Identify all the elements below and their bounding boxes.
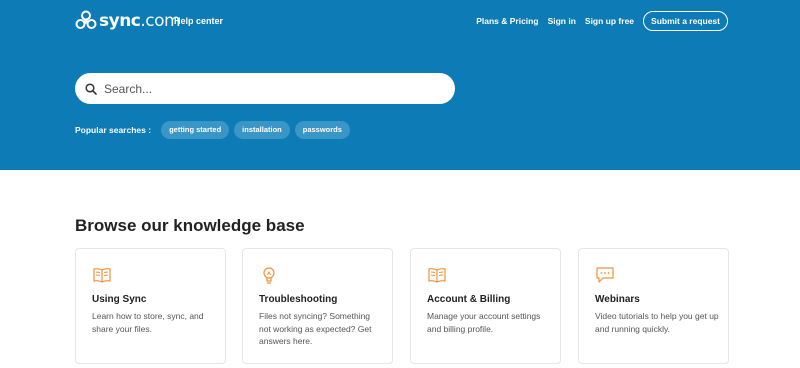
- popular-chip-getting-started[interactable]: getting started: [161, 121, 230, 139]
- search-bar[interactable]: [75, 73, 455, 104]
- submit-request-button[interactable]: Submit a request: [643, 11, 728, 31]
- search-input[interactable]: [104, 81, 424, 96]
- card-title: Account & Billing: [427, 294, 511, 305]
- card-description: Learn how to store, sync, and share your…: [92, 311, 204, 334]
- help-center-link[interactable]: Help center: [174, 16, 223, 26]
- popular-chip-passwords[interactable]: passwords: [294, 121, 350, 139]
- open-book-icon: [428, 268, 446, 283]
- knowledge-base-title: Browse our knowledge base: [75, 216, 305, 235]
- sync-logo-icon: [75, 10, 97, 29]
- sign-up-link[interactable]: Sign up free: [585, 16, 634, 26]
- card-description: Video tutorials to help you get up and r…: [595, 311, 719, 334]
- top-nav: Plans & Pricing Sign in Sign up free Sub…: [467, 11, 728, 31]
- card-title: Troubleshooting: [259, 294, 338, 305]
- card-title: Webinars: [595, 294, 640, 305]
- card-description: Manage your account settings and billing…: [427, 311, 541, 334]
- card-using-sync[interactable]: Using Sync Learn how to store, sync, and…: [75, 248, 226, 364]
- popular-searches: Popular searches : getting started insta…: [75, 121, 350, 139]
- plans-pricing-link[interactable]: Plans & Pricing: [476, 16, 538, 26]
- lightbulb-icon: [263, 267, 275, 284]
- hero-header: sync.com Help center Plans & Pricing Sig…: [0, 0, 800, 170]
- logo-text: sync.com: [99, 11, 181, 31]
- popular-chip-installation[interactable]: installation: [234, 121, 290, 139]
- popular-searches-label: Popular searches :: [75, 125, 152, 135]
- card-webinars[interactable]: Webinars Video tutorials to help you get…: [578, 248, 729, 364]
- chat-bubble-icon: [596, 267, 614, 283]
- card-title: Using Sync: [92, 294, 147, 305]
- open-book-icon: [93, 268, 111, 283]
- sign-in-link[interactable]: Sign in: [548, 16, 576, 26]
- search-icon: [85, 82, 97, 95]
- card-account-billing[interactable]: Account & Billing Manage your account se…: [410, 248, 561, 364]
- card-troubleshooting[interactable]: Troubleshooting Files not syncing? Somet…: [242, 248, 393, 364]
- sync-logo[interactable]: sync.com: [75, 10, 181, 32]
- card-description: Files not syncing? Something not working…: [259, 311, 372, 346]
